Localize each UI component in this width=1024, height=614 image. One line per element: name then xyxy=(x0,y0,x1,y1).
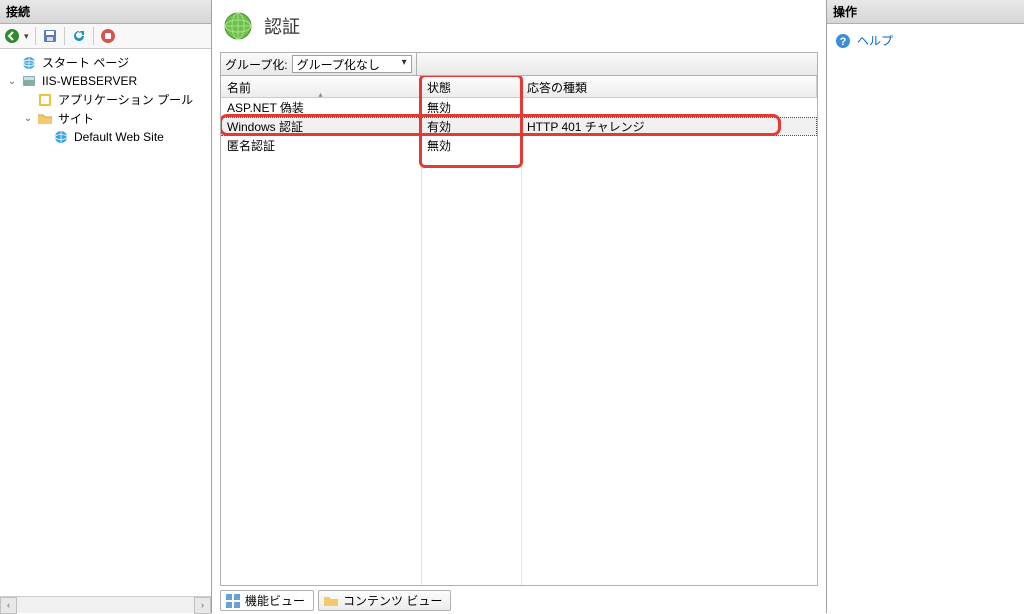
tree-label: スタート ページ xyxy=(40,54,129,71)
auth-list: 名前 ▴ 状態 応答の種類 ASP.NET 偽装 無効 Windows 認証 有… xyxy=(220,76,818,586)
cell-name: Windows 認証 xyxy=(221,117,421,136)
refresh-icon[interactable] xyxy=(71,28,87,44)
group-by-value: グループ化なし xyxy=(297,56,380,73)
list-header: 名前 ▴ 状態 応答の種類 xyxy=(221,76,817,98)
toolbar-separator xyxy=(64,27,65,45)
connections-panel: 接続 ▾ ▸ スタート ページ ⌄ IIS-WEBSERVER ▸ xyxy=(0,0,212,613)
tree-label: Default Web Site xyxy=(72,130,164,144)
scroll-left-button[interactable]: ‹ xyxy=(0,597,17,614)
svg-text:?: ? xyxy=(840,36,847,48)
page-title-row: 認証 xyxy=(220,6,818,52)
horizontal-scrollbar[interactable]: ‹ › xyxy=(0,596,211,613)
tree-label: サイト xyxy=(56,110,94,127)
group-by-label: グループ化: xyxy=(225,56,288,73)
save-icon[interactable] xyxy=(42,28,58,44)
col-divider xyxy=(521,98,522,585)
connections-toolbar: ▾ xyxy=(0,24,211,49)
help-label: ヘルプ xyxy=(857,32,893,49)
page-title: 認証 xyxy=(264,13,300,39)
expander-icon[interactable]: ⌄ xyxy=(22,113,34,124)
tree-label: IIS-WEBSERVER xyxy=(40,74,137,88)
nav-back-icon[interactable] xyxy=(4,28,20,44)
group-by-bar: グループ化: グループ化なし xyxy=(220,52,818,76)
tree-sites[interactable]: ⌄ サイト xyxy=(2,109,209,128)
view-tabs: 機能ビュー コンテンツ ビュー xyxy=(220,586,818,613)
tree-server[interactable]: ⌄ IIS-WEBSERVER xyxy=(2,72,209,90)
start-page-icon xyxy=(21,55,37,71)
col-header-name[interactable]: 名前 ▴ xyxy=(221,76,421,97)
tab-features-view[interactable]: 機能ビュー xyxy=(220,590,314,611)
cell-status: 無効 xyxy=(421,136,521,155)
tab-content-view[interactable]: コンテンツ ビュー xyxy=(318,590,451,611)
cell-response xyxy=(521,107,817,109)
list-body: ASP.NET 偽装 無効 Windows 認証 有効 HTTP 401 チャレ… xyxy=(221,98,817,155)
list-row-aspnet[interactable]: ASP.NET 偽装 無効 xyxy=(221,98,817,117)
tree-default-site[interactable]: ▸ Default Web Site xyxy=(2,128,209,146)
actions-header: 操作 xyxy=(827,0,1024,24)
dropdown-arrow-icon[interactable]: ▾ xyxy=(24,31,29,42)
cell-response: HTTP 401 チャレンジ xyxy=(521,117,817,136)
list-row-windows-auth[interactable]: Windows 認証 有効 HTTP 401 チャレンジ xyxy=(221,117,817,136)
actions-body: ? ヘルプ xyxy=(827,24,1024,613)
col-header-status[interactable]: 状態 xyxy=(421,76,521,97)
main-content: 認証 グループ化: グループ化なし 名前 ▴ 状態 応答の種類 ASP.NET … xyxy=(212,0,826,613)
connections-tree[interactable]: ▸ スタート ページ ⌄ IIS-WEBSERVER ▸ アプリケーション プー… xyxy=(0,49,211,596)
col-header-response[interactable]: 応答の種類 xyxy=(521,76,817,97)
globe-icon xyxy=(53,129,69,145)
cell-status: 有効 xyxy=(421,117,521,136)
tree-start-page[interactable]: ▸ スタート ページ xyxy=(2,53,209,72)
stop-icon[interactable] xyxy=(100,28,116,44)
tab-label: コンテンツ ビュー xyxy=(343,592,442,609)
col-divider xyxy=(421,98,422,585)
toolbar-separator xyxy=(35,27,36,45)
folder-icon xyxy=(37,111,53,127)
actions-panel: 操作 ? ヘルプ xyxy=(826,0,1024,613)
toolbar-separator xyxy=(93,27,94,45)
cell-name: ASP.NET 偽装 xyxy=(221,98,421,117)
tab-label: 機能ビュー xyxy=(245,592,305,609)
connections-header: 接続 xyxy=(0,0,211,24)
features-view-icon xyxy=(225,593,241,609)
list-row-anonymous[interactable]: 匿名認証 無効 xyxy=(221,136,817,155)
group-bar-spacer xyxy=(416,53,813,75)
help-icon: ? xyxy=(835,33,851,49)
scroll-right-button[interactable]: › xyxy=(194,597,211,614)
cell-status: 無効 xyxy=(421,98,521,117)
content-view-icon xyxy=(323,593,339,609)
expander-icon[interactable]: ⌄ xyxy=(6,76,18,87)
auth-globe-icon xyxy=(222,10,254,42)
server-icon xyxy=(21,73,37,89)
help-link[interactable]: ? ヘルプ xyxy=(833,30,1018,51)
cell-name: 匿名認証 xyxy=(221,136,421,155)
tree-label: アプリケーション プール xyxy=(56,91,193,108)
group-by-dropdown[interactable]: グループ化なし xyxy=(292,55,412,73)
cell-response xyxy=(521,145,817,147)
app-pool-icon xyxy=(37,92,53,108)
tree-app-pools[interactable]: ▸ アプリケーション プール xyxy=(2,90,209,109)
